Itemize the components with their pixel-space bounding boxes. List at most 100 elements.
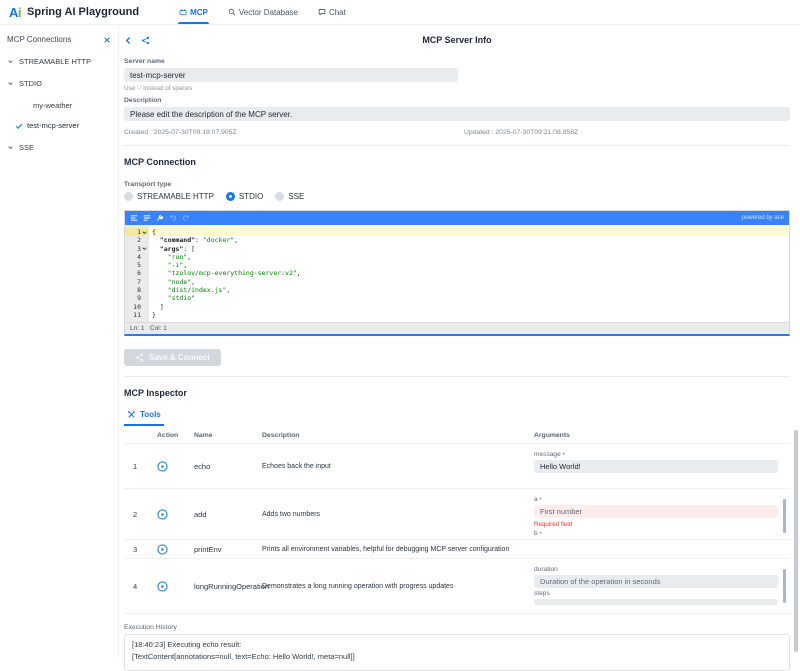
code-line[interactable]: "node", — [152, 278, 789, 286]
mcp-connections-sidebar: MCP Connections STREAMABLE HTTP STDIO my-w… — [0, 25, 119, 658]
powered-by-ace-link[interactable]: powered by ace — [742, 215, 784, 221]
code-line[interactable]: } — [152, 311, 789, 319]
argument-label: duration — [534, 566, 778, 573]
code-token — [152, 253, 168, 261]
gutter-line: 8 — [125, 286, 149, 294]
code-token — [152, 269, 168, 277]
radio-circle-stdio[interactable] — [226, 192, 235, 201]
server-name-input[interactable]: test-mcp-server — [124, 68, 458, 82]
action-cell — [150, 544, 194, 555]
nav-tab-vector-database[interactable]: Vector Database — [218, 0, 308, 24]
run-tool-button[interactable] — [157, 509, 168, 520]
code-token: : — [195, 236, 203, 244]
undo-button[interactable] — [169, 214, 177, 222]
argument-input[interactable]: First number — [534, 505, 778, 518]
code-line[interactable]: { — [152, 228, 789, 236]
arguments-cell — [534, 540, 790, 558]
repair-icon — [156, 214, 164, 222]
fold-toggle-icon[interactable] — [141, 245, 148, 252]
table-row-add: 2addAdds two numbersa •First numberRequi… — [124, 489, 790, 540]
table-row-longrunningoperation: 4longRunningOperationDemonstrates a long… — [124, 559, 790, 614]
tools-table: Action Name Description Arguments 1echoE… — [124, 427, 790, 614]
gutter-line: 6 — [125, 269, 149, 277]
argument-label: steps — [534, 590, 778, 597]
error-message: Required field — [534, 521, 778, 528]
chevron-down-icon — [7, 80, 14, 87]
code-token: { — [152, 228, 156, 236]
argument-label: message • — [534, 451, 778, 458]
code-line[interactable]: "args": [ — [152, 245, 789, 253]
code-line[interactable]: "tzolov/mcp-everything-server:v2", — [152, 269, 789, 277]
chevron-down-icon — [7, 58, 14, 65]
args-scrollbar[interactable] — [783, 499, 786, 533]
tree-item-test-mcp-server[interactable]: test-mcp-server — [15, 121, 111, 130]
fold-toggle-icon[interactable] — [141, 229, 148, 236]
row-index: 3 — [124, 545, 150, 554]
radio-stdio[interactable]: STDIO — [226, 192, 263, 201]
code-line[interactable]: "run", — [152, 253, 789, 261]
code-line[interactable]: ] — [152, 303, 789, 311]
vector-database-icon — [228, 8, 236, 16]
argument-input[interactable]: Hello World! — [534, 460, 778, 473]
sidebar-tree: STREAMABLE HTTP STDIO my-weather test-mcp-s… — [7, 57, 111, 152]
share-button[interactable] — [141, 36, 150, 45]
nav-tab-mcp[interactable]: MCP — [169, 0, 218, 24]
compact-button[interactable] — [143, 214, 151, 222]
radio-circle-streamable-http[interactable] — [124, 192, 133, 201]
col-header-action: Action — [150, 432, 194, 439]
close-sidebar-button[interactable] — [103, 36, 111, 44]
code-token: , — [226, 286, 230, 294]
code-line[interactable]: "-i", — [152, 261, 789, 269]
required-indicator: • — [561, 451, 565, 458]
format-button[interactable] — [130, 214, 138, 222]
description-input[interactable]: Please edit the description of the MCP s… — [124, 107, 790, 121]
action-cell — [150, 581, 194, 592]
tree-group-streamable-http[interactable]: STREAMABLE HTTP — [7, 57, 111, 66]
radio-label: STREAMABLE HTTP — [137, 192, 214, 201]
col-header-description: Description — [262, 432, 534, 439]
section-divider — [124, 145, 790, 146]
page-scrollbar[interactable] — [794, 430, 798, 652]
tools-icon — [127, 410, 136, 419]
execution-history-log[interactable]: [18:40:23] Executing echo result:[TextCo… — [124, 634, 790, 671]
nav-tab-chat[interactable]: Chat — [308, 0, 356, 24]
tab-tools[interactable]: Tools — [124, 406, 164, 426]
tree-item-label: test-mcp-server — [27, 121, 79, 130]
repair-button[interactable] — [156, 214, 164, 222]
save-and-connect-button[interactable]: Save & Connect — [124, 349, 221, 366]
json-config-editor: powered by ace 1234567891011 { "command"… — [124, 210, 790, 336]
argument-input[interactable] — [534, 599, 778, 605]
tree-group-sse[interactable]: SSE — [7, 143, 111, 152]
redo-button[interactable] — [182, 214, 190, 222]
tree-group-label: STREAMABLE HTTP — [19, 57, 91, 66]
gutter-line: 3 — [125, 245, 149, 253]
radio-sse[interactable]: SSE — [275, 192, 304, 201]
code-line[interactable]: "command": "docker", — [152, 236, 789, 244]
format-icon — [130, 214, 138, 222]
code-line[interactable]: "dist/index.js", — [152, 286, 789, 294]
tree-group-stdio[interactable]: STDIO — [7, 79, 111, 88]
code-line[interactable]: "stdio" — [152, 294, 789, 302]
editor-body[interactable]: 1234567891011 { "command": "docker", "ar… — [125, 225, 789, 322]
sidebar-header: MCP Connections — [7, 35, 111, 44]
col-header-arguments: Arguments — [534, 432, 790, 439]
editor-code[interactable]: { "command": "docker", "args": [ "run", … — [149, 225, 789, 322]
run-tool-button[interactable] — [157, 544, 168, 555]
spring-ai-logo: Ai — [9, 5, 21, 20]
connect-plug-icon — [135, 353, 144, 362]
code-token — [152, 294, 168, 302]
argument-input[interactable]: Duration of the operation in seconds — [534, 575, 778, 588]
redo-icon — [182, 214, 190, 222]
action-cell — [150, 509, 194, 520]
radio-label: SSE — [288, 192, 304, 201]
back-button[interactable] — [124, 36, 133, 45]
radio-circle-sse[interactable] — [275, 192, 284, 201]
run-tool-button[interactable] — [157, 461, 168, 472]
arguments-cell: a •First numberRequired fieldb • — [534, 489, 790, 539]
mcp-connection-heading: MCP Connection — [124, 157, 790, 167]
run-tool-button[interactable] — [157, 581, 168, 592]
args-scrollbar[interactable] — [783, 569, 786, 603]
code-token — [152, 261, 168, 269]
tree-item-my-weather[interactable]: my-weather — [33, 101, 111, 110]
radio-streamable-http[interactable]: STREAMABLE HTTP — [124, 192, 214, 201]
